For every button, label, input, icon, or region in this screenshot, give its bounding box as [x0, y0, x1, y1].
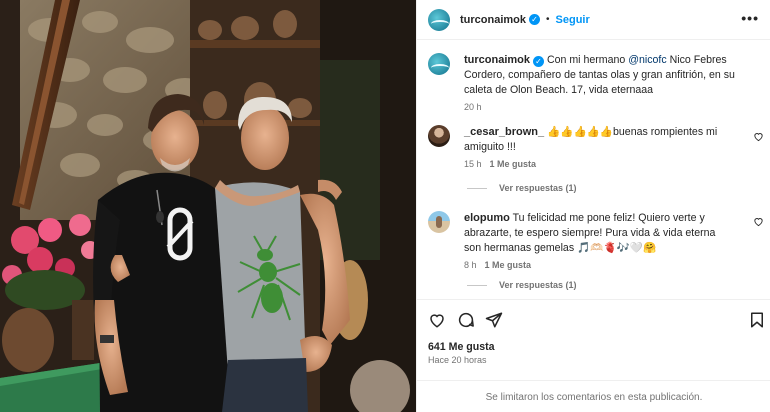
photo-image	[0, 0, 416, 412]
caption-text-before: Con mi hermano	[546, 54, 629, 66]
comment-meta: 15 h 1 Me gusta	[464, 159, 734, 169]
heart-icon[interactable]	[753, 216, 764, 227]
heart-icon[interactable]	[428, 311, 446, 329]
comment-avatar[interactable]	[428, 125, 450, 147]
follow-button[interactable]: Seguir	[556, 14, 590, 26]
comments-limited-notice: Se limitaron los comentarios en esta pub…	[417, 380, 770, 412]
likes-count[interactable]: 641 Me gusta	[428, 341, 495, 353]
header-username[interactable]: turconaimok	[460, 14, 526, 26]
comment-meta: 8 h 1 Me gusta	[464, 260, 734, 270]
view-replies-button[interactable]: Ver respuestas (1)	[467, 280, 577, 290]
post-photo[interactable]	[0, 0, 416, 412]
comment-text: elopumo Tu felicidad me pone feliz! Quie…	[464, 211, 734, 256]
comment-likes[interactable]: 1 Me gusta	[485, 260, 532, 270]
caption-text: turconaimok ✓ Con mi hermano @nicofc Nico…	[464, 53, 754, 98]
replies-line	[467, 284, 487, 286]
caption: turconaimok ✓ Con mi hermano @nicofc Nico…	[428, 53, 763, 112]
separator-dot: •	[546, 14, 550, 25]
replies-line	[467, 187, 487, 189]
share-icon[interactable]	[485, 311, 503, 329]
comment-icon[interactable]	[457, 311, 475, 329]
action-bar: 641 Me gusta Hace 20 horas Se limitaron …	[417, 299, 770, 412]
bookmark-icon[interactable]	[748, 311, 766, 329]
view-replies-label[interactable]: Ver respuestas (1)	[499, 183, 577, 193]
comment-time[interactable]: 8 h	[464, 260, 477, 270]
comment-body: elopumo Tu felicidad me pone feliz! Quie…	[464, 211, 734, 270]
heart-icon[interactable]	[753, 131, 764, 142]
comment-text: _cesar_brown_ 👍👍👍👍👍buenas rompientes mi …	[464, 125, 734, 155]
more-icon[interactable]: •••	[741, 11, 759, 25]
caption-mention[interactable]: @nicofc	[628, 54, 666, 66]
post-dialog: turconaimok ✓ • Seguir ••• turconaimok ✓ …	[0, 0, 770, 412]
verified-icon: ✓	[529, 14, 541, 25]
comment-time[interactable]: 15 h	[464, 159, 482, 169]
comments-list[interactable]: turconaimok ✓ Con mi hermano @nicofc Nico…	[417, 41, 770, 299]
comment-item: _cesar_brown_ 👍👍👍👍👍buenas rompientes mi …	[428, 125, 763, 169]
view-replies-button[interactable]: Ver respuestas (1)	[467, 183, 577, 193]
comment-body: _cesar_brown_ 👍👍👍👍👍buenas rompientes mi …	[464, 125, 734, 169]
view-replies-label[interactable]: Ver respuestas (1)	[499, 280, 577, 290]
caption-username[interactable]: turconaimok	[464, 54, 530, 66]
post-age[interactable]: Hace 20 horas	[428, 355, 487, 365]
avatar[interactable]	[428, 8, 450, 31]
comment-username[interactable]: elopumo	[464, 212, 510, 224]
post-header: turconaimok ✓ • Seguir •••	[417, 0, 770, 40]
comment-username[interactable]: _cesar_brown_	[464, 126, 544, 138]
comment-avatar[interactable]	[428, 211, 450, 233]
comment-likes[interactable]: 1 Me gusta	[490, 159, 537, 169]
caption-body: turconaimok ✓ Con mi hermano @nicofc Nico…	[464, 53, 754, 112]
verified-icon: ✓	[533, 56, 545, 67]
comment-item: elopumo Tu felicidad me pone feliz! Quie…	[428, 211, 763, 270]
caption-avatar[interactable]	[428, 53, 450, 75]
caption-time[interactable]: 20 h	[464, 102, 754, 112]
post-side-panel: turconaimok ✓ • Seguir ••• turconaimok ✓ …	[416, 0, 770, 412]
